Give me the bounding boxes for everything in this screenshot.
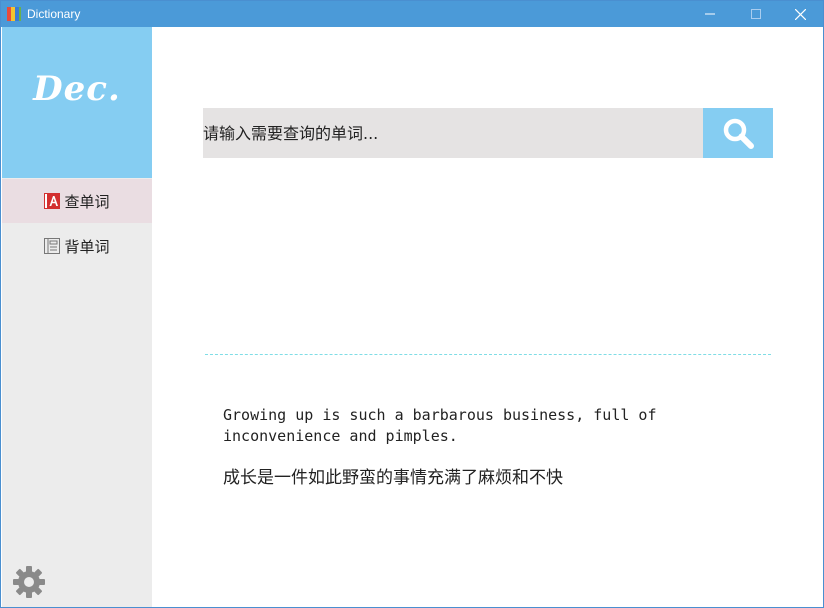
content-divider bbox=[205, 354, 771, 355]
window-title: Dictionary bbox=[27, 7, 81, 21]
minimize-icon bbox=[705, 13, 715, 15]
maximize-button[interactable] bbox=[733, 1, 779, 27]
close-button[interactable] bbox=[777, 1, 823, 27]
notebook-icon bbox=[44, 238, 61, 254]
sidebar-item-lookup[interactable]: 查单词 bbox=[2, 179, 152, 223]
quote-english: Growing up is such a barbarous business,… bbox=[223, 406, 657, 445]
gear-icon[interactable] bbox=[12, 565, 46, 599]
search-button[interactable] bbox=[703, 108, 773, 158]
sidebar-item-memorize[interactable]: 背单词 bbox=[2, 224, 152, 268]
title-bar[interactable]: Dictionary bbox=[1, 1, 823, 27]
sidebar-item-label: 查单词 bbox=[64, 192, 110, 211]
search-icon bbox=[723, 118, 754, 149]
sidebar: Dec. 查单词 背单词 bbox=[2, 27, 152, 607]
minimize-button[interactable] bbox=[687, 1, 733, 27]
search-input[interactable] bbox=[203, 108, 703, 158]
logo-area: Dec. bbox=[2, 27, 152, 178]
dictionary-a-icon bbox=[44, 193, 61, 209]
close-icon bbox=[794, 8, 806, 20]
maximize-icon bbox=[751, 9, 761, 19]
quote-chinese: 成长是一件如此野蛮的事情充满了麻烦和不快 bbox=[223, 468, 563, 488]
sidebar-item-label: 背单词 bbox=[64, 237, 110, 256]
app-icon bbox=[7, 7, 21, 21]
app-window: Dictionary Dec. 查单词 背单词 请输入需要查询的单词... Gr… bbox=[0, 0, 824, 608]
app-logo: Dec. bbox=[33, 69, 121, 109]
